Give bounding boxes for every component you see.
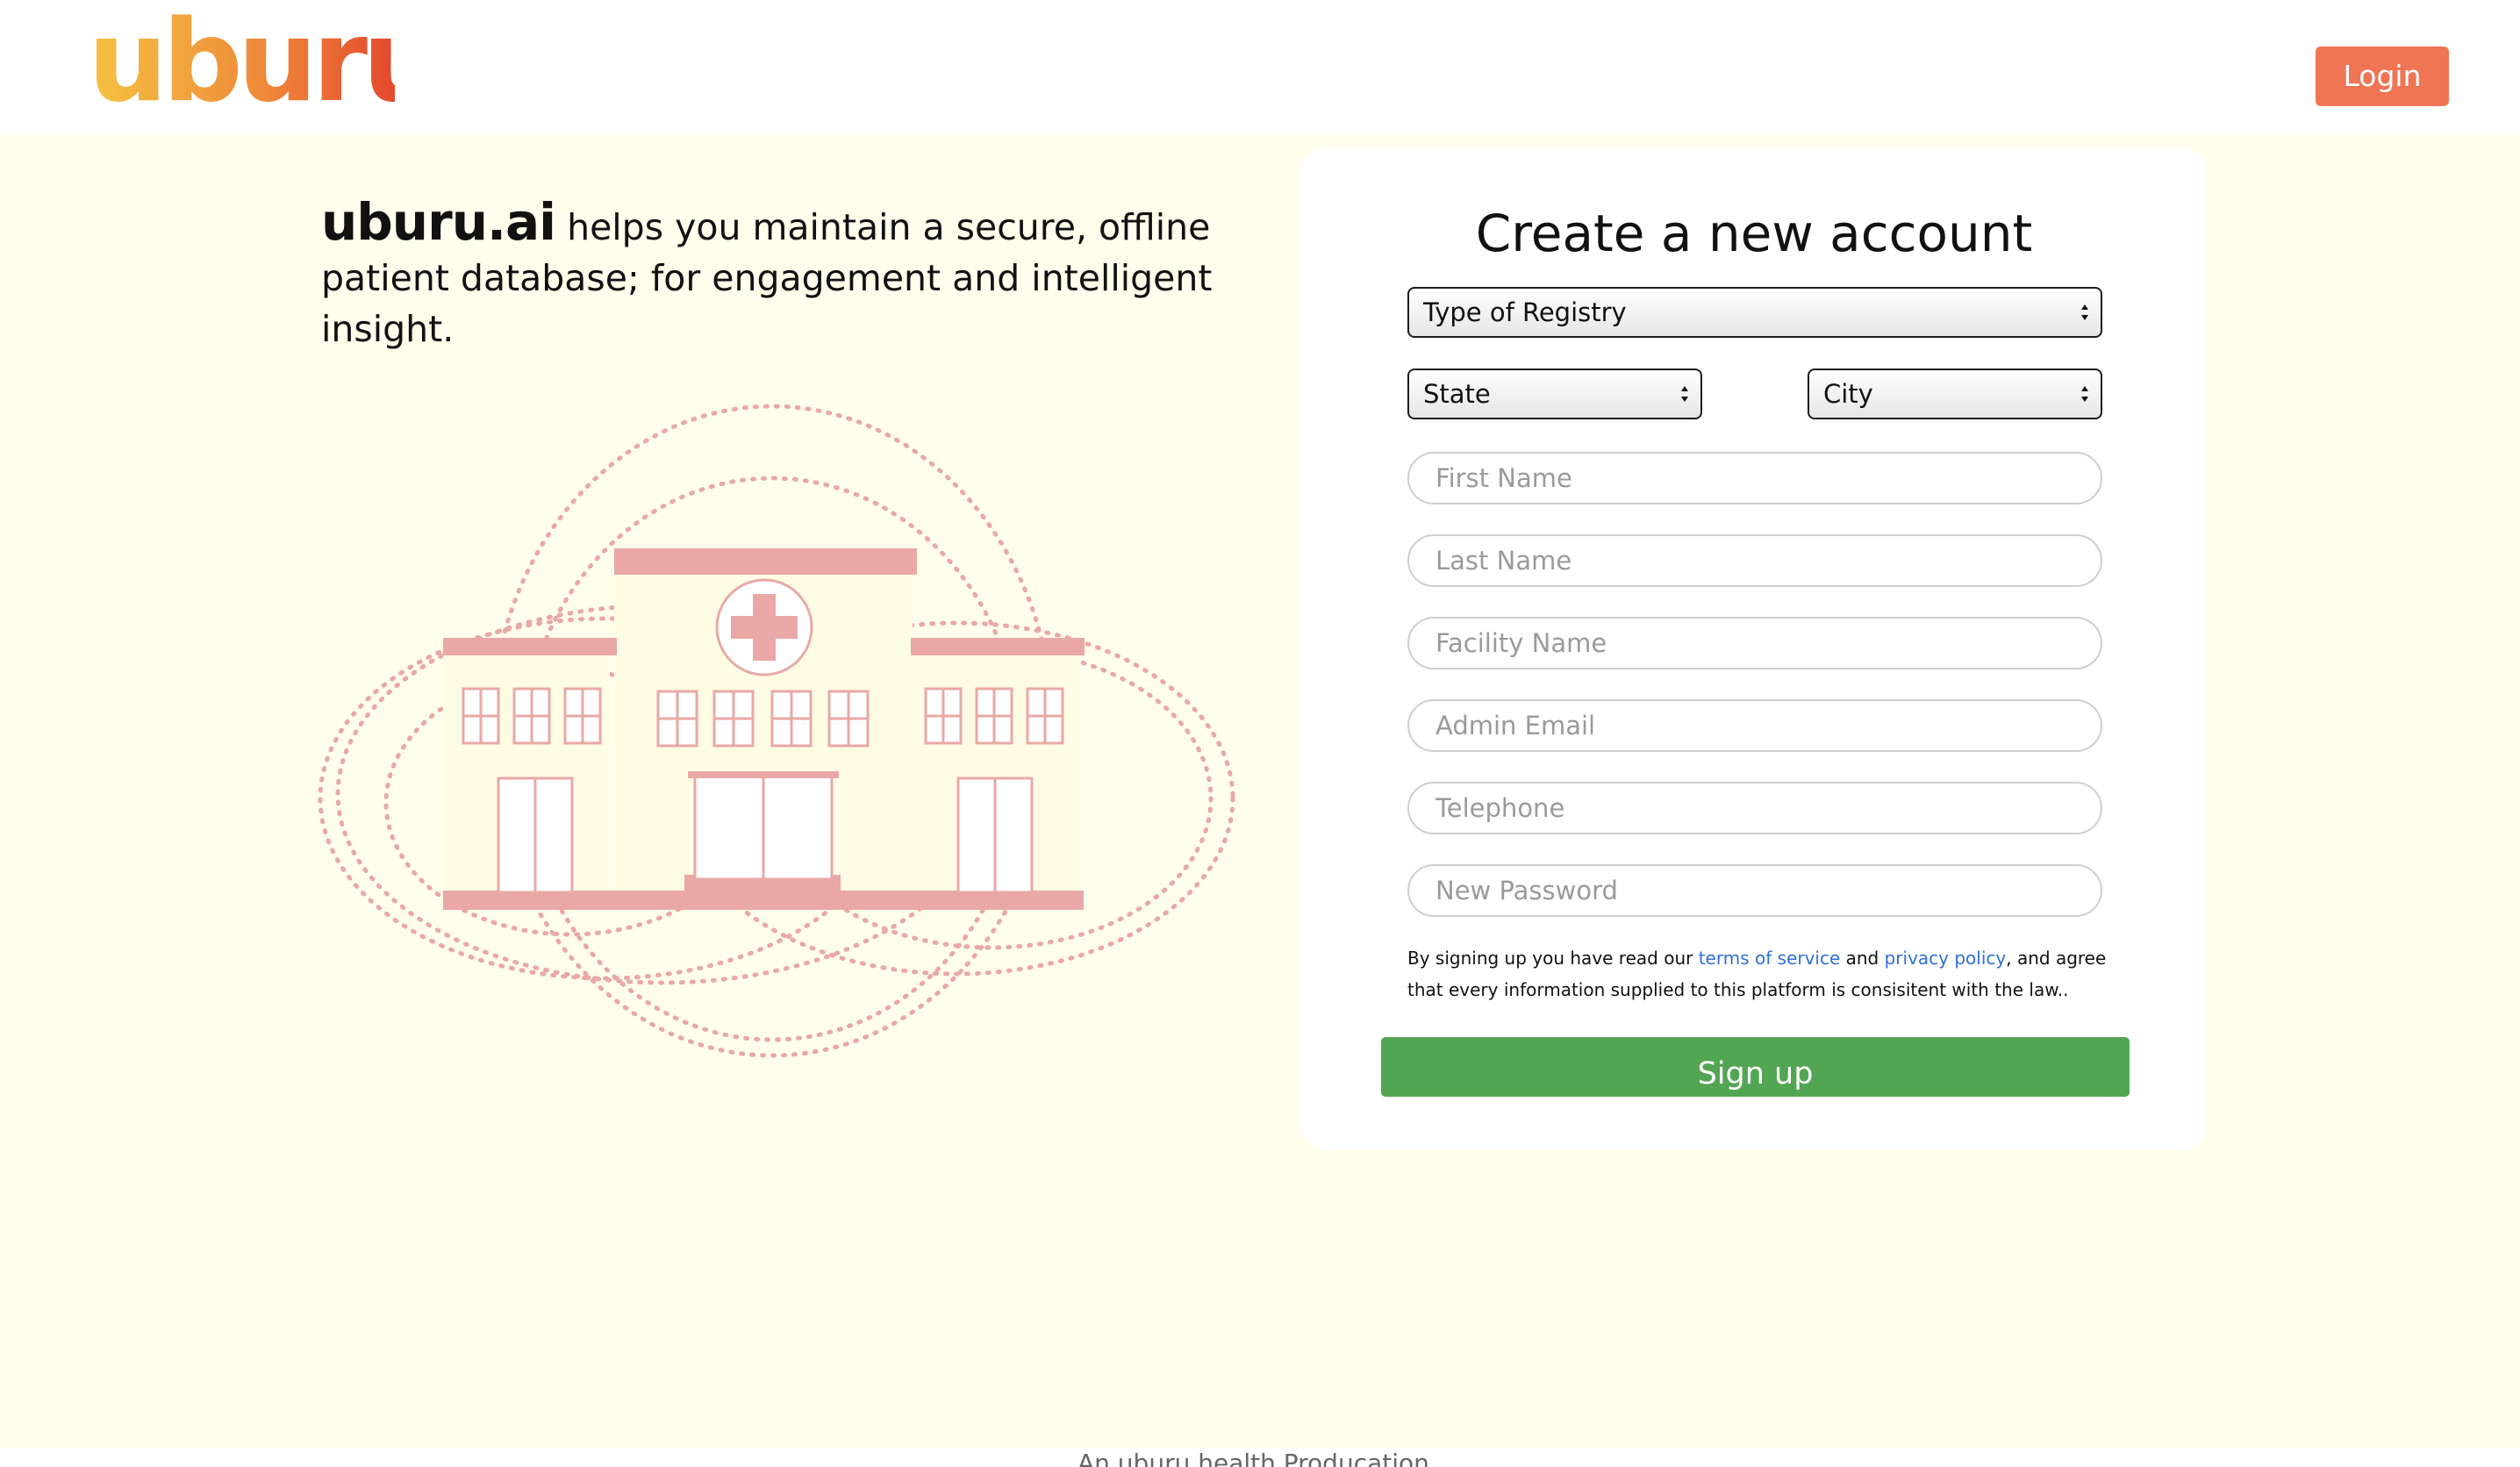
login-button[interactable]: Login bbox=[2316, 47, 2449, 106]
hospital-building bbox=[443, 548, 1085, 910]
select-arrows-icon bbox=[2081, 386, 2088, 402]
select-arrows-icon bbox=[1681, 386, 1688, 402]
state-value: State bbox=[1423, 379, 1491, 409]
select-arrows-icon bbox=[2081, 304, 2088, 320]
header: uburu Login bbox=[0, 0, 2520, 135]
admin-email-input[interactable] bbox=[1407, 699, 2102, 752]
last-name-input[interactable] bbox=[1407, 534, 2102, 587]
facility-name-input[interactable] bbox=[1407, 617, 2102, 669]
first-name-input[interactable] bbox=[1407, 452, 2102, 505]
footer-text: An uburu health Producation bbox=[1077, 1449, 1429, 1467]
city-value: City bbox=[1823, 379, 1873, 409]
hero-tagline: uburu.ai helps you maintain a secure, of… bbox=[321, 197, 1225, 354]
new-password-input[interactable] bbox=[1407, 864, 2102, 917]
hospital-illustration bbox=[318, 404, 1235, 1058]
signup-button[interactable]: Sign up bbox=[1381, 1037, 2130, 1097]
terms-and: and bbox=[1840, 948, 1885, 969]
terms-prefix: By signing up you have read our bbox=[1407, 948, 1699, 969]
registry-type-value: Type of Registry bbox=[1423, 297, 1627, 327]
telephone-input[interactable] bbox=[1407, 782, 2102, 834]
state-select[interactable]: State bbox=[1407, 369, 1702, 419]
terms-of-service-link[interactable]: terms of service bbox=[1699, 948, 1841, 969]
form-title: Create a new account bbox=[1475, 204, 2033, 263]
uburu-logo[interactable]: uburu bbox=[88, 12, 395, 126]
registry-type-select[interactable]: Type of Registry bbox=[1407, 287, 2102, 338]
svg-text:uburu: uburu bbox=[88, 12, 395, 126]
terms-notice: By signing up you have read our terms of… bbox=[1407, 942, 2109, 1005]
privacy-policy-link[interactable]: privacy policy bbox=[1885, 948, 2007, 969]
brand-name: uburu.ai bbox=[321, 192, 556, 252]
city-select[interactable]: City bbox=[1808, 369, 2102, 419]
